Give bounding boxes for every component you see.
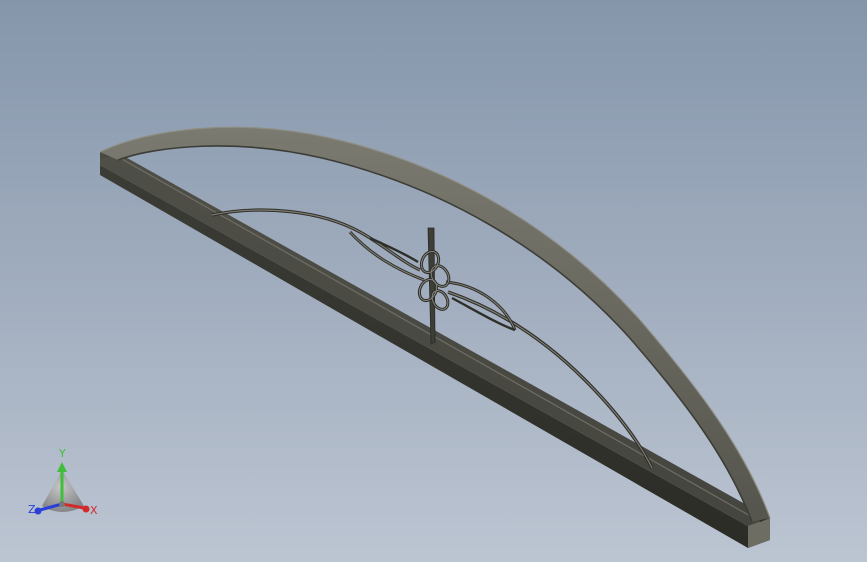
graphics-viewport[interactable]: Y Z X bbox=[0, 0, 867, 562]
triad-y-label: Y bbox=[59, 447, 66, 460]
triad-x-label: X bbox=[90, 504, 98, 517]
scroll-left-lower bbox=[348, 230, 425, 282]
coordinate-triad: Y Z X bbox=[24, 448, 108, 522]
triad-z-label: Z bbox=[28, 503, 36, 516]
center-post bbox=[427, 227, 436, 345]
part-model[interactable] bbox=[0, 0, 867, 562]
